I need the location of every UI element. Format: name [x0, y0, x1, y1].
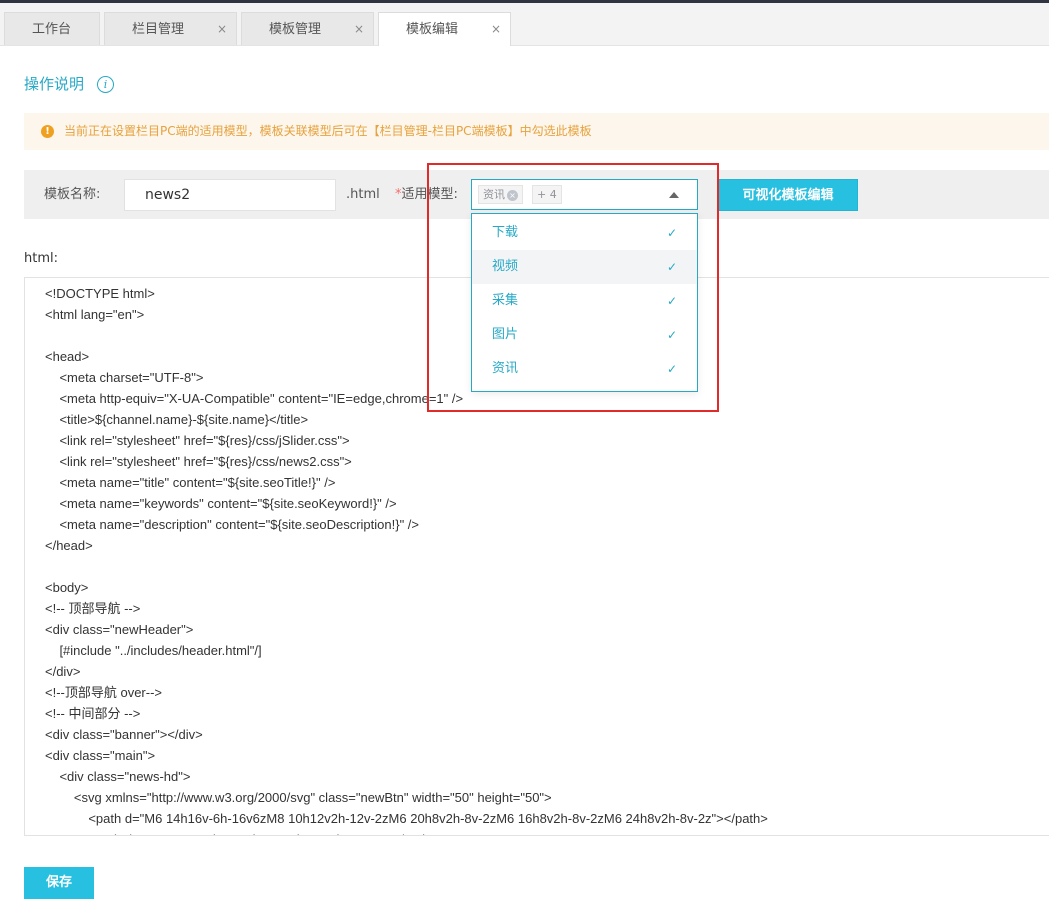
code-line: <link rel="stylesheet" href="${res}/css/…	[45, 454, 352, 469]
red-highlight-box	[427, 163, 719, 412]
code-line: </head>	[45, 538, 93, 553]
code-line: <!-- 中间部分 -->	[45, 706, 141, 721]
code-line: </div>	[45, 664, 81, 679]
code-line: <div class="banner"></div>	[45, 727, 203, 742]
help-title: 操作说明	[24, 75, 85, 93]
tab-label: 模板管理	[269, 22, 322, 37]
code-line: <div class="main">	[45, 748, 156, 763]
code-line: <svg xmlns="http://www.w3.org/2000/svg" …	[45, 790, 552, 805]
code-line: <html lang="en">	[45, 307, 145, 322]
warning-alert: ! 当前正在设置栏目PC端的适用模型，模板关联模型后可在【栏目管理-栏目PC端模…	[24, 113, 1049, 150]
code-line: <path d="M6 14h16v-6h-16v6zM8 10h12v2h-1…	[45, 811, 768, 826]
code-line: <div class="news-hd">	[45, 769, 191, 784]
template-name-input[interactable]: news2	[124, 179, 336, 211]
tab-label: 模板编辑	[406, 22, 459, 37]
warning-icon: !	[41, 125, 54, 138]
code-line: <meta name="keywords" content="${site.se…	[45, 496, 397, 511]
html-suffix: .html	[346, 187, 380, 202]
visual-edit-button[interactable]: 可视化模板编辑	[718, 179, 858, 211]
info-icon[interactable]: i	[97, 76, 114, 93]
tab-template-management[interactable]: 模板管理 ×	[241, 12, 374, 45]
tab-column-management[interactable]: 栏目管理 ×	[104, 12, 237, 45]
close-icon[interactable]: ×	[217, 13, 227, 46]
close-icon[interactable]: ×	[354, 13, 364, 46]
code-line: <meta name="title" content="${site.seoTi…	[45, 475, 336, 490]
html-editor-label: html:	[24, 251, 58, 266]
tab-workbench[interactable]: 工作台	[4, 12, 100, 45]
template-name-label: 模板名称:	[44, 187, 101, 202]
tab-bar: 工作台 栏目管理 × 模板管理 × 模板编辑 ×	[0, 3, 1049, 46]
code-line: <meta charset="UTF-8">	[45, 370, 204, 385]
alert-text: 当前正在设置栏目PC端的适用模型，模板关联模型后可在【栏目管理-栏目PC端模板】…	[64, 124, 592, 138]
code-line: <head>	[45, 349, 90, 364]
code-line: <link rel="stylesheet" href="${res}/css/…	[45, 433, 350, 448]
code-line: <meta http-equiv="X-UA-Compatible" conte…	[45, 391, 464, 406]
code-line: <div class="newHeader">	[45, 622, 194, 637]
tab-label: 栏目管理	[132, 22, 185, 37]
close-icon[interactable]: ×	[491, 13, 501, 46]
code-line: <meta name="description" content="${site…	[45, 517, 420, 532]
save-button[interactable]: 保存	[24, 867, 94, 899]
tab-label: 工作台	[32, 22, 72, 37]
code-line: <title>${channel.name}-${site.name}</tit…	[45, 412, 309, 427]
code-line: <!--顶部导航 over-->	[45, 685, 163, 700]
code-line: [#include "../includes/header.html"/]	[45, 643, 262, 658]
tab-template-edit[interactable]: 模板编辑 ×	[378, 12, 511, 46]
code-line: <path d="M22 14v-10h-2v20h-2v-20h-2v10h-…	[45, 829, 437, 835]
code-line: <!DOCTYPE html>	[45, 286, 155, 301]
code-line: <body>	[45, 580, 89, 595]
code-line: <!-- 顶部导航 -->	[45, 601, 141, 616]
